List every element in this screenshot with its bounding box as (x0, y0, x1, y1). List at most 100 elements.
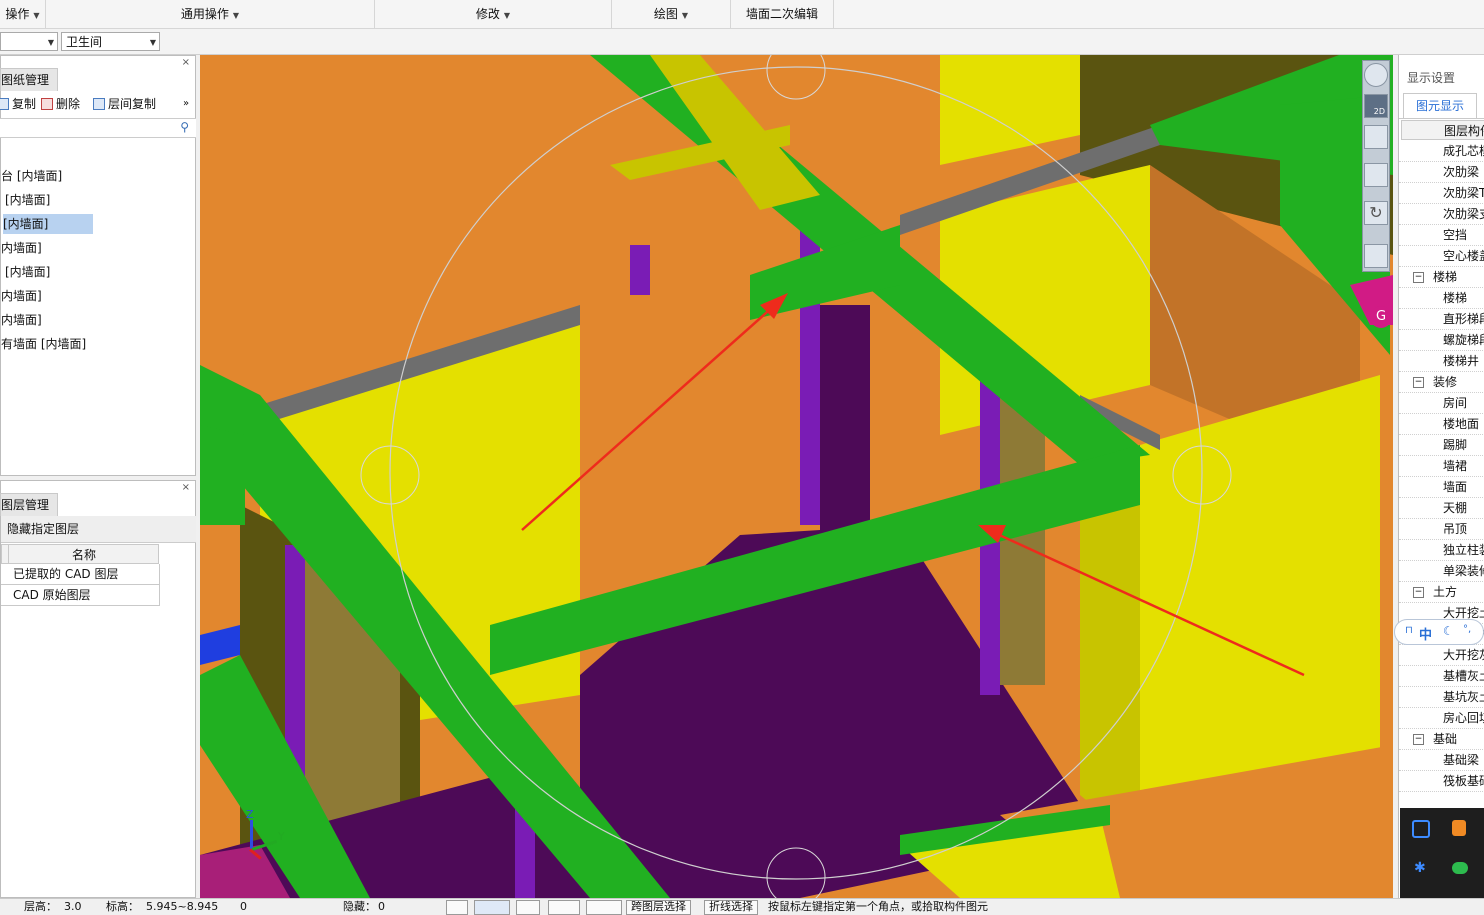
menu-common-operations[interactable]: 通用操作 ▼ (46, 0, 375, 28)
tree-item-label: 墙裙 (1443, 459, 1468, 473)
tree-item[interactable]: 成孔芯模 (1399, 141, 1484, 162)
tab-element-display[interactable]: 图元显示 (1403, 93, 1477, 118)
list-item[interactable]: 内墙面] (1, 238, 42, 258)
rotate-icon[interactable]: ↻ (1364, 201, 1388, 225)
list-item[interactable]: [内墙面] (5, 190, 50, 210)
search-input[interactable]: ⚲ (0, 118, 196, 138)
ime-language[interactable]: 中 (1419, 624, 1432, 643)
tree-item-label: 空心楼盖 (1443, 249, 1484, 263)
3d-viewport[interactable]: Z Y (200, 55, 1393, 898)
tree-group[interactable]: − 楼梯 (1399, 267, 1484, 288)
chevron-down-icon: ▼ (232, 11, 240, 20)
tree-item[interactable]: 楼梯井 (1399, 351, 1484, 372)
ime-toolbar[interactable]: ⊓ 中 ☾ °, (1394, 619, 1484, 645)
tree-item-label: 次肋梁 (1443, 165, 1480, 179)
tree-item[interactable]: 楼地面 (1399, 414, 1484, 435)
more-icon[interactable]: » (183, 94, 189, 114)
table-row[interactable]: CAD 原始图层 (1, 585, 160, 606)
close-icon[interactable]: × (182, 482, 190, 493)
elevation-value: 5.945~8.945 (146, 900, 219, 913)
orbit-icon[interactable] (1364, 63, 1388, 87)
tree-item[interactable]: 房心回填 (1399, 708, 1484, 729)
bluetooth-icon[interactable]: ✱ (1414, 860, 1426, 876)
compass-badge[interactable]: G (1370, 306, 1392, 328)
layer-panel: × 图层管理 隐藏指定图层 名称 已提取的 CAD 图层 CAD 原始图层 (0, 480, 196, 898)
tree-item[interactable]: 空心楼盖 (1399, 246, 1484, 267)
tree-item[interactable]: 墙面 (1399, 477, 1484, 498)
search-icon[interactable]: ⚲ (180, 120, 189, 134)
collapse-icon[interactable]: − (1413, 587, 1424, 598)
tree-item[interactable]: 空挡 (1399, 225, 1484, 246)
2d-view-button[interactable]: 2D (1364, 94, 1388, 118)
tree-item[interactable]: 吊顶 (1399, 519, 1484, 540)
wechat-icon[interactable] (1452, 862, 1468, 874)
tree-item-label: 房间 (1443, 396, 1468, 410)
list-item[interactable]: [内墙面] (5, 262, 50, 282)
chevron-down-icon: ▼ (681, 11, 689, 20)
menu-draw[interactable]: 绘图 ▼ (612, 0, 731, 28)
shield-icon[interactable] (1412, 820, 1430, 838)
z-axis-label: Z (246, 808, 254, 821)
list-item[interactable]: [内墙面] (3, 214, 93, 234)
tree-group[interactable]: − 装修 (1399, 372, 1484, 393)
menu-modify[interactable]: 修改 ▼ (375, 0, 612, 28)
tree-item-label: 装修 (1433, 375, 1458, 389)
tree-item-label: 独立柱装 (1443, 543, 1484, 557)
tree-item[interactable]: 楼梯 (1399, 288, 1484, 309)
floor-copy-button[interactable]: 层间复制 (93, 94, 156, 114)
component-type-select[interactable]: ▼ (0, 32, 58, 51)
hide-layer-button[interactable]: 隐藏指定图层 (1, 522, 79, 536)
tree-item-label: 成孔芯模 (1443, 144, 1484, 158)
tree-item-label: 单梁装修 (1443, 564, 1484, 578)
tree-item[interactable]: 基坑灰土 (1399, 687, 1484, 708)
property-toolbar: ▼ 卫生间 ▼ (0, 29, 1484, 55)
list-item[interactable]: 台 [内墙面] (1, 166, 62, 186)
drawing-panel-tab[interactable]: 图纸管理 (0, 68, 58, 91)
tree-item[interactable]: 螺旋梯段 (1399, 330, 1484, 351)
tree-item[interactable]: 墙裙 (1399, 456, 1484, 477)
y-axis-label: Y (278, 830, 285, 843)
tree-item[interactable]: 筏板基础 (1399, 771, 1484, 792)
copy-button[interactable]: 复制 (0, 94, 36, 114)
tree-item-label: 吊顶 (1443, 522, 1468, 536)
moon-icon[interactable]: ☾ (1443, 624, 1454, 638)
tree-item[interactable]: 大开挖灰 (1399, 645, 1484, 666)
punctuation-icon[interactable]: °, (1463, 624, 1471, 635)
tree-item[interactable]: 独立柱装 (1399, 540, 1484, 561)
delete-button[interactable]: 删除 (41, 94, 80, 114)
collapse-icon[interactable]: − (1413, 377, 1424, 388)
table-row[interactable]: 已提取的 CAD 图层 (1, 564, 160, 585)
axis-gizmo: Z Y (240, 808, 300, 870)
tree-item[interactable]: 天棚 (1399, 498, 1484, 519)
tree-item-label: 楼地面 (1443, 417, 1480, 431)
tree-item[interactable]: 基础梁 (1399, 750, 1484, 771)
tree-item[interactable]: 次肋梁T (1399, 183, 1484, 204)
tree-item[interactable]: 次肋梁 (1399, 162, 1484, 183)
layer-toolbar: 隐藏指定图层 (1, 516, 196, 543)
collapse-icon[interactable]: − (1413, 734, 1424, 745)
list-item[interactable]: 内墙面] (1, 286, 42, 306)
close-icon[interactable]: × (182, 57, 190, 68)
floor-copy-icon (93, 98, 105, 110)
tree-item[interactable]: 踢脚 (1399, 435, 1484, 456)
list-item[interactable]: 有墙面 [内墙面] (1, 334, 86, 354)
menu-bar: 操作 ▼ 通用操作 ▼ 修改 ▼ 绘图 ▼ 墙面二次编辑 (0, 0, 1484, 29)
tree-group[interactable]: − 土方 (1399, 582, 1484, 603)
menu-wall-secondary-edit[interactable]: 墙面二次编辑 (731, 0, 834, 28)
cube-view-icon[interactable] (1364, 125, 1388, 149)
display-settings-panel: 显示设置 图元显示 图层构件 成孔芯模次肋梁次肋梁T次肋梁支空挡空心楼盖−楼梯楼… (1398, 55, 1484, 913)
iso-view-icon[interactable] (1364, 163, 1388, 187)
tree-item[interactable]: 基槽灰土 (1399, 666, 1484, 687)
tree-item[interactable]: 房间 (1399, 393, 1484, 414)
tree-item[interactable]: 单梁装修 (1399, 561, 1484, 582)
menu-operate[interactable]: 操作 ▼ (0, 0, 46, 28)
list-item[interactable]: 内墙面] (1, 310, 42, 330)
tree-item[interactable]: 直形梯段 (1399, 309, 1484, 330)
collapse-icon[interactable]: − (1413, 272, 1424, 283)
tree-group[interactable]: − 基础 (1399, 729, 1484, 750)
tree-item[interactable]: 次肋梁支 (1399, 204, 1484, 225)
layer-panel-tab[interactable]: 图层管理 (0, 493, 58, 516)
security-app-icon[interactable] (1452, 820, 1466, 836)
grid-view-icon[interactable] (1364, 244, 1388, 268)
room-select[interactable]: 卫生间 ▼ (61, 32, 160, 51)
